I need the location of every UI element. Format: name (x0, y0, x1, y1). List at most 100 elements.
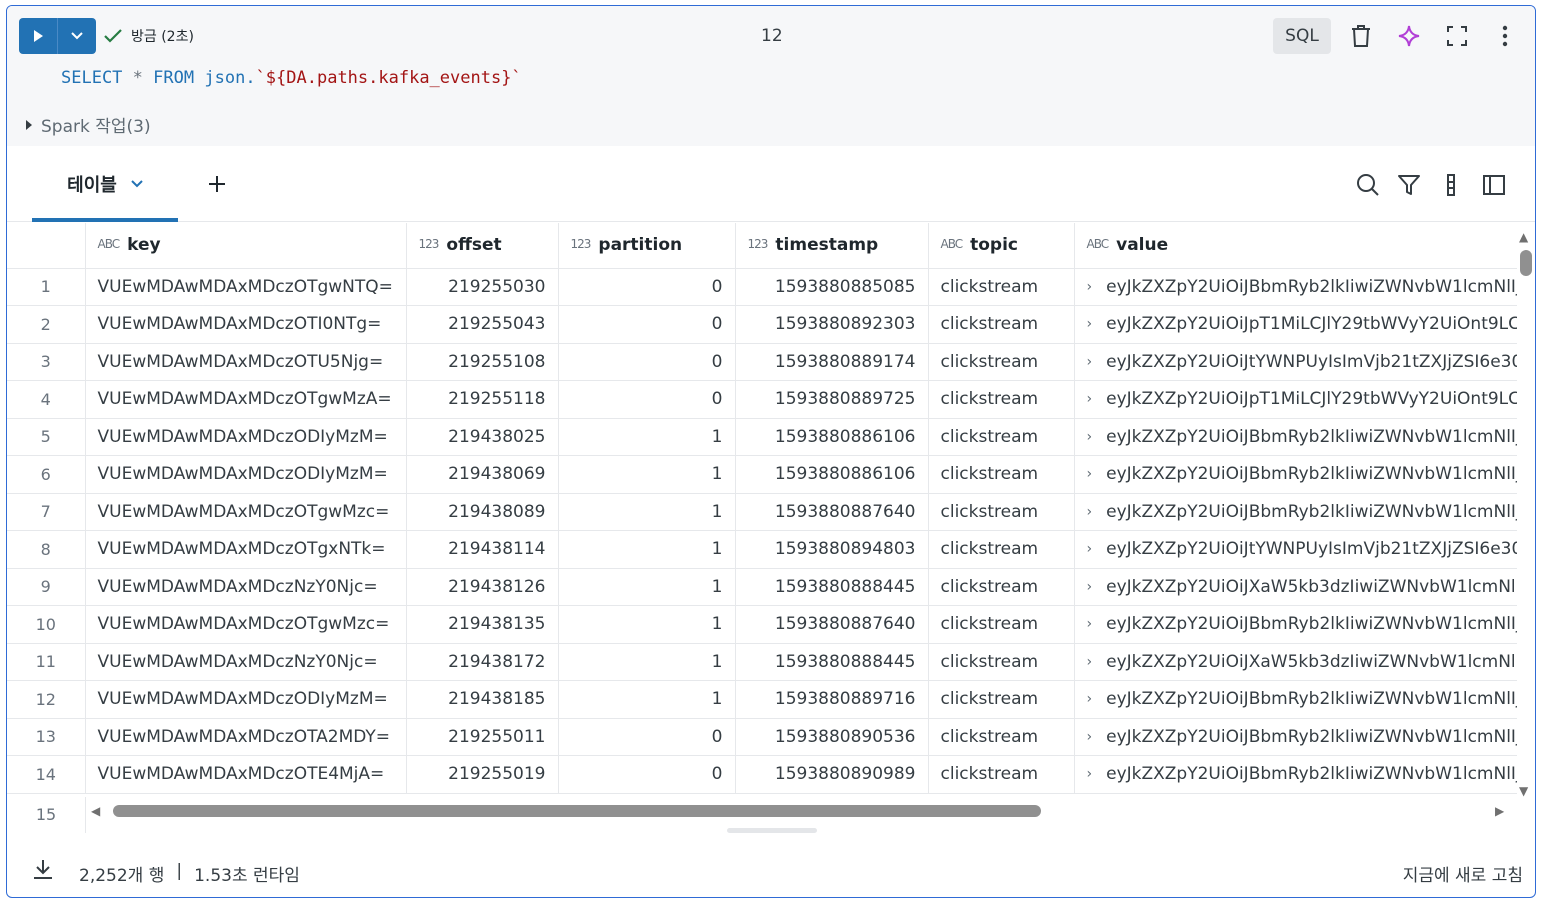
row-number[interactable]: 14 (7, 755, 86, 794)
row-number[interactable]: 6 (7, 455, 86, 494)
cell-value[interactable]: › eyJkZXZpY2UiOiJBbmRyb2lkIiwiZWNvbW1lcmN… (1074, 718, 1517, 756)
cell-partition[interactable]: 0 (558, 343, 736, 381)
cell-partition[interactable]: 0 (558, 755, 736, 794)
cell-key[interactable]: VUEwMDAwMDAxMDczOTgxNTk= (85, 530, 407, 569)
row-number[interactable]: 9 (7, 568, 86, 606)
column-settings-button[interactable] (1436, 170, 1466, 200)
cell-key[interactable]: VUEwMDAwMDAxMDczODIyMzM= (85, 680, 407, 719)
cell-topic[interactable]: clickstream (928, 568, 1075, 606)
cell-partition[interactable]: 1 (558, 493, 736, 531)
expand-chevron-icon[interactable]: › (1087, 654, 1093, 670)
cell-offset[interactable]: 219438025 (406, 418, 559, 456)
cell-topic[interactable]: clickstream (928, 605, 1075, 644)
row-number[interactable]: 2 (7, 305, 86, 344)
expand-chevron-icon[interactable]: › (1087, 354, 1093, 370)
cell-partition[interactable]: 1 (558, 455, 736, 494)
language-selector[interactable]: SQL (1273, 18, 1331, 54)
expand-chevron-icon[interactable]: › (1087, 541, 1093, 557)
cell-offset[interactable]: 219438126 (406, 568, 559, 606)
cell-timestamp[interactable]: 1593880889716 (735, 680, 929, 719)
column-header-offset[interactable]: 123 offset (406, 223, 559, 269)
cell-offset[interactable]: 219255011 (406, 718, 559, 756)
cell-timestamp[interactable]: 1593880886106 (735, 455, 929, 494)
cell-value[interactable]: › eyJkZXZpY2UiOiJBbmRyb2lkIiwiZWNvbW1lcmN… (1074, 755, 1517, 794)
cell-key[interactable]: VUEwMDAwMDAxMDczOTgwMzc= (85, 605, 407, 644)
cell-value[interactable]: › eyJkZXZpY2UiOiJXaW5kb3dzIiwiZWNvbW1lcmN… (1074, 643, 1517, 681)
cell-timestamp[interactable]: 1593880890989 (735, 755, 929, 794)
row-number[interactable]: 10 (7, 605, 86, 644)
cell-topic[interactable]: clickstream (928, 680, 1075, 719)
row-number[interactable]: 4 (7, 380, 86, 419)
column-header-timestamp[interactable]: 123 timestamp (735, 223, 929, 269)
cell-value[interactable]: › eyJkZXZpY2UiOiJpT1MiLCJlY29tbWVyY2UiOnt… (1074, 380, 1517, 419)
cell-timestamp[interactable]: 1593880892303 (735, 305, 929, 344)
vertical-scrollbar[interactable]: ▲ ▼ (1517, 228, 1535, 800)
cell-key[interactable]: VUEwMDAwMDAxMDczOTgwMzc= (85, 493, 407, 531)
cell-value[interactable]: › eyJkZXZpY2UiOiJBbmRyb2lkIiwiZWNvbW1lcmN… (1074, 455, 1517, 494)
toggle-sidebar-button[interactable] (1479, 170, 1509, 200)
cell-timestamp[interactable]: 1593880888445 (735, 643, 929, 681)
cell-timestamp[interactable]: 1593880888445 (735, 568, 929, 606)
vertical-scroll-thumb[interactable] (1520, 250, 1532, 276)
cell-key[interactable]: VUEwMDAwMDAxMDczOTU5Njg= (85, 343, 407, 381)
run-cell-button[interactable] (19, 18, 57, 54)
cell-offset[interactable]: 219255043 (406, 305, 559, 344)
scroll-up-arrow-icon[interactable]: ▲ (1519, 230, 1528, 244)
scroll-down-arrow-icon[interactable]: ▼ (1519, 784, 1528, 798)
cell-value[interactable]: › eyJkZXZpY2UiOiJpT1MiLCJlY29tbWVyY2UiOnt… (1074, 305, 1517, 344)
cell-value[interactable]: › eyJkZXZpY2UiOiJBbmRyb2lkIiwiZWNvbW1lcmN… (1074, 418, 1517, 456)
more-options-button[interactable] (1489, 20, 1521, 52)
cell-partition[interactable]: 1 (558, 530, 736, 569)
cell-partition[interactable]: 1 (558, 605, 736, 644)
cell-value[interactable]: › eyJkZXZpY2UiOiJBbmRyb2lkIiwiZWNvbW1lcmN… (1074, 680, 1517, 719)
scroll-left-arrow-icon[interactable]: ◀ (91, 804, 100, 818)
cell-offset[interactable]: 219255019 (406, 755, 559, 794)
row-number[interactable]: 7 (7, 493, 86, 531)
ai-assistant-button[interactable] (1393, 20, 1425, 52)
cell-timestamp[interactable]: 1593880890536 (735, 718, 929, 756)
cell-topic[interactable]: clickstream (928, 418, 1075, 456)
cell-value[interactable]: › eyJkZXZpY2UiOiJtYWNPUyIsImVjb21tZXJjZSI… (1074, 530, 1517, 569)
cell-topic[interactable]: clickstream (928, 530, 1075, 569)
sql-code-line[interactable]: SELECT * FROM json.`${DA.paths.kafka_eve… (61, 68, 522, 88)
cell-value[interactable]: › eyJkZXZpY2UiOiJXaW5kb3dzIiwiZWNvbW1lcmN… (1074, 568, 1517, 606)
cell-topic[interactable]: clickstream (928, 268, 1075, 306)
expand-chevron-icon[interactable]: › (1087, 429, 1093, 445)
cell-partition[interactable]: 0 (558, 305, 736, 344)
horizontal-scrollbar[interactable]: ◀ ▶ (87, 802, 1517, 820)
cell-partition[interactable]: 0 (558, 268, 736, 306)
expand-chevron-icon[interactable]: › (1087, 279, 1093, 295)
expand-chevron-icon[interactable]: › (1087, 466, 1093, 482)
download-button[interactable] (29, 855, 57, 883)
cell-offset[interactable]: 219438069 (406, 455, 559, 494)
cell-value[interactable]: › eyJkZXZpY2UiOiJBbmRyb2lkIiwiZWNvbW1lcmN… (1074, 493, 1517, 531)
cell-key[interactable]: VUEwMDAwMDAxMDczOTA2MDY= (85, 718, 407, 756)
add-tab-button[interactable] (201, 168, 233, 200)
fullscreen-button[interactable] (1441, 20, 1473, 52)
row-number[interactable]: 3 (7, 343, 86, 381)
delete-cell-button[interactable] (1345, 20, 1377, 52)
column-header-key[interactable]: ABC key (85, 223, 407, 269)
cell-topic[interactable]: clickstream (928, 755, 1075, 794)
cell-timestamp[interactable]: 1593880889174 (735, 343, 929, 381)
filter-button[interactable] (1394, 170, 1424, 200)
expand-chevron-icon[interactable]: › (1087, 579, 1093, 595)
expand-chevron-icon[interactable]: › (1087, 616, 1093, 632)
spark-jobs-toggle[interactable]: Spark 작업(3) (25, 112, 151, 137)
row-number[interactable]: 8 (7, 530, 86, 569)
expand-chevron-icon[interactable]: › (1087, 316, 1093, 332)
cell-topic[interactable]: clickstream (928, 643, 1075, 681)
horizontal-scroll-thumb[interactable] (113, 805, 1041, 817)
cell-topic[interactable]: clickstream (928, 343, 1075, 381)
cell-timestamp[interactable]: 1593880887640 (735, 493, 929, 531)
cell-key[interactable]: VUEwMDAwMDAxMDczOTgwMzA= (85, 380, 407, 419)
expand-chevron-icon[interactable]: › (1087, 504, 1093, 520)
cell-partition[interactable]: 1 (558, 418, 736, 456)
cell-partition[interactable]: 1 (558, 568, 736, 606)
resize-handle[interactable] (727, 828, 817, 833)
cell-partition[interactable]: 1 (558, 680, 736, 719)
cell-value[interactable]: › eyJkZXZpY2UiOiJBbmRyb2lkIiwiZWNvbW1lcmN… (1074, 605, 1517, 644)
cell-topic[interactable]: clickstream (928, 455, 1075, 494)
cell-timestamp[interactable]: 1593880894803 (735, 530, 929, 569)
cell-topic[interactable]: clickstream (928, 305, 1075, 344)
